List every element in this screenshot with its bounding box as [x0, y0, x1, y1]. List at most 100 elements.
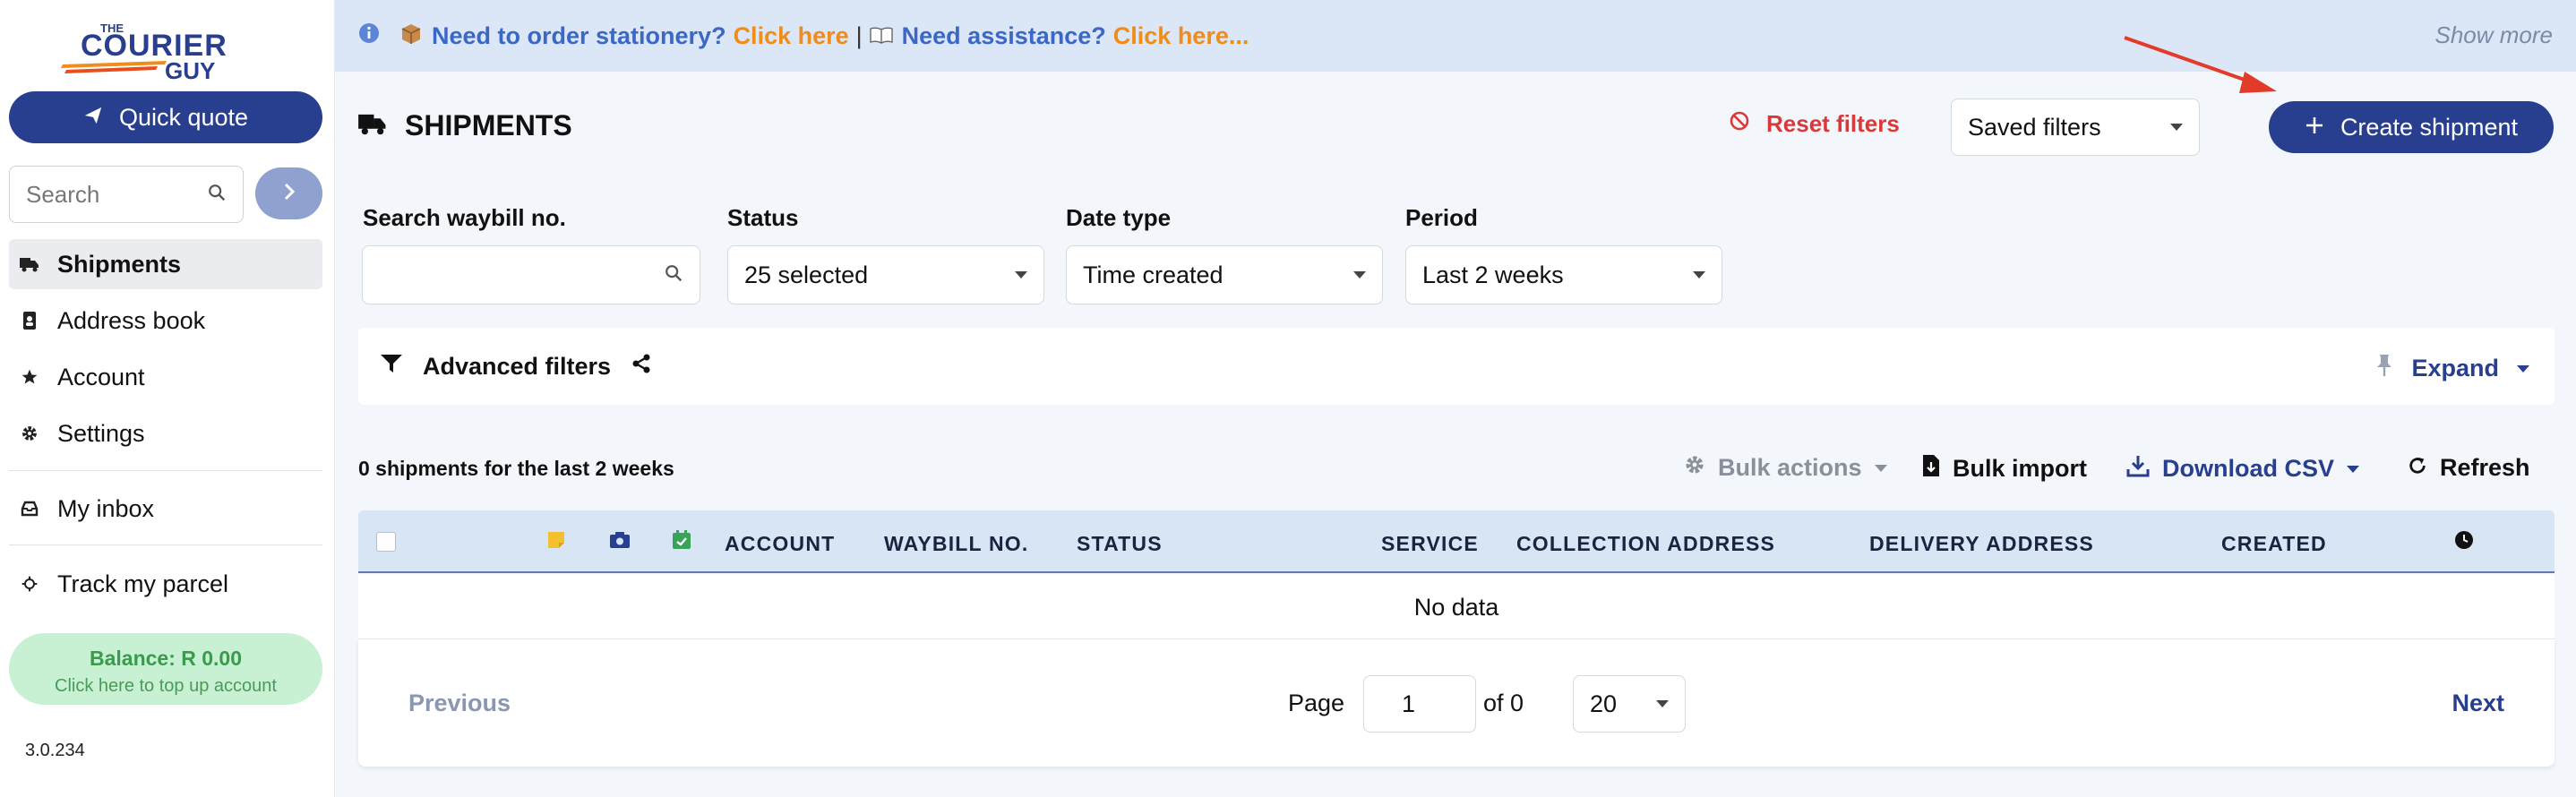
- bulk-import-button[interactable]: Bulk import: [1922, 454, 2087, 484]
- download-csv-button[interactable]: Download CSV: [2126, 454, 2360, 484]
- saved-filters-value: Saved filters: [1968, 113, 2101, 141]
- sidebar-item-shipments[interactable]: Shipments: [9, 239, 322, 289]
- sidebar-item-address-book[interactable]: Address book: [9, 296, 322, 346]
- assistance-question: Need assistance?: [901, 21, 1106, 49]
- date-type-value: Time created: [1083, 261, 1224, 288]
- banner-separator: |: [855, 21, 863, 49]
- info-icon: [358, 22, 380, 50]
- sidebar-item-settings[interactable]: Settings: [9, 408, 322, 458]
- status-value: 25 selected: [744, 261, 869, 288]
- gear-icon: [1684, 454, 1705, 482]
- date-type-select[interactable]: Time created: [1066, 245, 1383, 304]
- sidebar-item-account[interactable]: Account: [9, 352, 322, 402]
- caret-down-icon: [2170, 124, 2183, 131]
- waybill-search-input[interactable]: [362, 245, 700, 304]
- caret-down-icon: [1874, 464, 1887, 472]
- caret-down-icon: [1353, 271, 1366, 279]
- book-icon: [869, 22, 893, 50]
- create-shipment-label: Create shipment: [2340, 113, 2519, 141]
- crosshair-icon: [20, 575, 39, 593]
- sidebar-search-input[interactable]: Search: [9, 166, 244, 223]
- previous-page-button[interactable]: Previous: [408, 690, 511, 717]
- share-icon[interactable]: [631, 353, 652, 381]
- refresh-button[interactable]: Refresh: [2408, 454, 2530, 482]
- reset-filters-label: Reset filters: [1766, 110, 1900, 137]
- pin-icon: [2375, 353, 2393, 384]
- clock-icon: [2454, 530, 2474, 555]
- page-size-value: 20: [1590, 690, 1618, 717]
- svg-text:GUY: GUY: [165, 57, 215, 81]
- expand-filters-button[interactable]: Expand: [2375, 353, 2529, 384]
- quick-quote-button[interactable]: Quick quote: [9, 91, 322, 143]
- topup-hint: Click here to top up account: [55, 676, 277, 696]
- advanced-filters-label: Advanced filters: [423, 352, 612, 380]
- sidebar-item-label: Track my parcel: [57, 570, 229, 597]
- waybill-search-label: Search waybill no.: [363, 204, 566, 231]
- truck-icon: [20, 256, 39, 272]
- date-type-label: Date type: [1066, 204, 1172, 231]
- caret-down-icon: [1015, 271, 1027, 279]
- address-book-icon: [20, 312, 39, 330]
- pagination: Previous Page 1 of 0 20 Next: [358, 639, 2555, 767]
- period-select[interactable]: Last 2 weeks: [1405, 245, 1722, 304]
- page-number-input[interactable]: 1: [1363, 675, 1476, 733]
- create-shipment-button[interactable]: Create shipment: [2269, 101, 2554, 153]
- page-title: SHIPMENTS: [358, 109, 572, 142]
- courier-guy-logo[interactable]: THE COURIER GUY: [59, 16, 274, 84]
- column-service[interactable]: SERVICE: [1381, 532, 1479, 556]
- inbox-icon: [20, 501, 39, 517]
- caret-down-icon: [2517, 364, 2529, 373]
- sidebar-item-my-inbox[interactable]: My inbox: [9, 484, 322, 534]
- table-empty-message: No data: [358, 575, 2555, 639]
- page-label: Page: [1288, 690, 1345, 716]
- ban-icon: [1729, 110, 1750, 138]
- page-size-select[interactable]: 20: [1573, 675, 1686, 733]
- file-import-icon: [1922, 454, 1940, 484]
- column-delivery-address[interactable]: DELIVERY ADDRESS: [1869, 532, 2094, 556]
- plus-icon: [2305, 114, 2324, 141]
- app-version: 3.0.234: [25, 741, 85, 760]
- select-all-checkbox[interactable]: [376, 532, 396, 552]
- sidebar-divider: [9, 470, 322, 471]
- reset-filters-button[interactable]: Reset filters: [1729, 110, 1900, 138]
- note-icon: [546, 530, 566, 555]
- search-icon: [207, 181, 227, 209]
- quick-quote-label: Quick quote: [118, 103, 249, 131]
- column-waybill[interactable]: WAYBILL NO.: [884, 532, 1028, 556]
- download-csv-label: Download CSV: [2162, 455, 2335, 482]
- caret-down-icon: [1693, 271, 1705, 279]
- saved-filters-select[interactable]: Saved filters: [1951, 99, 2200, 156]
- stationery-link[interactable]: Click here: [734, 22, 849, 50]
- sidebar-item-label: Shipments: [57, 250, 182, 278]
- sidebar-item-label: Address book: [57, 306, 206, 334]
- sidebar-divider: [9, 544, 322, 545]
- camera-icon: [609, 530, 631, 555]
- truck-icon: [358, 109, 387, 142]
- calendar-check-icon: [672, 530, 691, 555]
- search-go-button[interactable]: [255, 167, 322, 219]
- column-status[interactable]: STATUS: [1077, 532, 1163, 556]
- refresh-icon: [2408, 454, 2427, 482]
- annotation-arrow: [2124, 36, 2277, 93]
- bulk-actions-button[interactable]: Bulk actions: [1684, 454, 1887, 482]
- sidebar-item-label: Account: [57, 363, 145, 390]
- period-value: Last 2 weeks: [1422, 261, 1564, 288]
- column-collection-address[interactable]: COLLECTION ADDRESS: [1516, 532, 1775, 556]
- balance-amount: Balance: R 0.00: [89, 647, 243, 670]
- bulk-import-label: Bulk import: [1953, 455, 2088, 482]
- sidebar-item-track-my-parcel[interactable]: Track my parcel: [9, 559, 322, 609]
- status-select[interactable]: 25 selected: [727, 245, 1044, 304]
- balance-topup-button[interactable]: Balance: R 0.00 Click here to top up acc…: [9, 633, 322, 705]
- caret-down-icon: [2347, 465, 2360, 473]
- assistance-link[interactable]: Click here...: [1113, 22, 1249, 50]
- advanced-filters-panel[interactable]: Advanced filters Expand: [358, 328, 2555, 405]
- download-icon: [2126, 454, 2150, 484]
- next-page-button[interactable]: Next: [2451, 690, 2504, 717]
- gear-icon: [20, 424, 39, 442]
- show-more-link[interactable]: Show more: [2435, 21, 2554, 49]
- column-account[interactable]: ACCOUNT: [725, 532, 835, 556]
- column-created[interactable]: CREATED: [2221, 532, 2327, 556]
- bulk-actions-label: Bulk actions: [1718, 454, 1862, 481]
- filter-icon: [380, 353, 403, 381]
- chevron-right-icon: [281, 178, 297, 209]
